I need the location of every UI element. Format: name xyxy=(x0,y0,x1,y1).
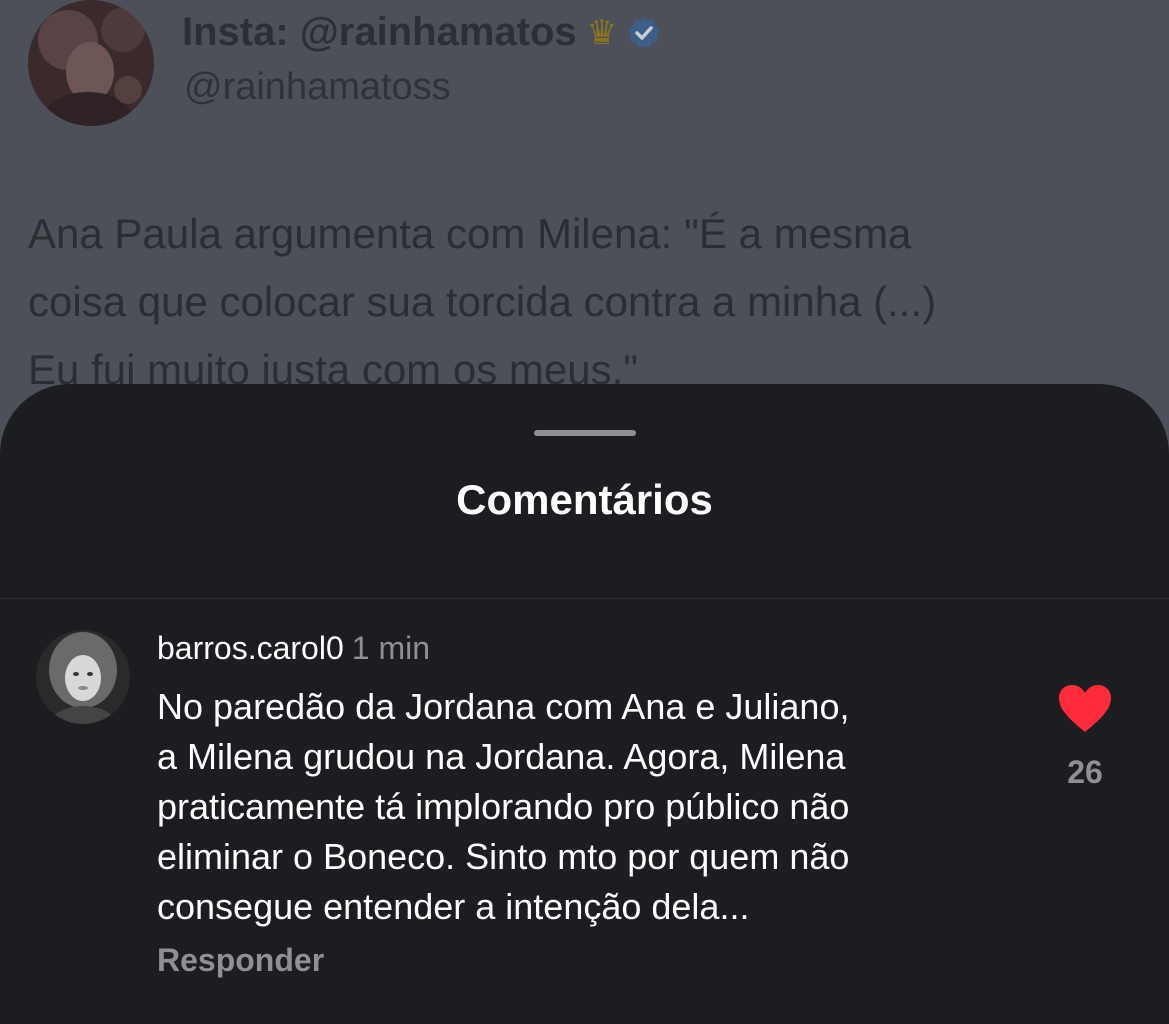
tweet-handle[interactable]: @rainhamatoss xyxy=(184,66,451,109)
comment-text-line: No paredão da Jordana com Ana e Juliano, xyxy=(157,686,850,727)
verified-badge-icon xyxy=(628,16,661,48)
tweet-text: Ana Paula argumenta com Milena: "É a mes… xyxy=(28,200,1148,404)
reply-button[interactable]: Responder xyxy=(157,942,324,979)
comment-timestamp: 1 min xyxy=(351,630,430,666)
like-count: 26 xyxy=(1067,754,1103,790)
like-button[interactable] xyxy=(1058,684,1112,734)
crown-icon: ♛ xyxy=(586,13,618,52)
comment-text-line: a Milena grudou na Jordana. Agora, Milen… xyxy=(157,736,846,777)
comment-text: No paredão da Jordana com Ana e Juliano,… xyxy=(157,682,1037,932)
commenter-avatar[interactable] xyxy=(36,630,130,724)
comment-username[interactable]: barros.carol0 xyxy=(157,630,344,666)
display-name-text: Insta: @rainhamatos xyxy=(182,10,577,54)
comment-header: barros.carol0 1 min xyxy=(157,630,430,667)
tweet-text-line: coisa que colocar sua torcida contra a m… xyxy=(28,278,937,325)
tweet-text-line: Ana Paula argumenta com Milena: "É a mes… xyxy=(28,210,912,257)
comment-text-line: eliminar o Boneco. Sinto mto por quem nã… xyxy=(157,836,850,877)
sheet-drag-handle[interactable] xyxy=(534,430,636,436)
tweet-author-avatar[interactable] xyxy=(28,0,154,126)
heart-icon xyxy=(1059,685,1111,732)
divider xyxy=(0,598,1169,599)
comment-text-line: praticamente tá implorando pro público n… xyxy=(157,786,850,827)
comments-sheet: Comentários barros.carol0 1 min No paredã… xyxy=(0,384,1169,1024)
tweet-display-name[interactable]: Insta: @rainhamatos ♛ xyxy=(182,10,661,55)
comment-text-line: consegue entender a intenção dela... xyxy=(157,886,750,927)
comment-item: barros.carol0 1 min No paredão da Jordana… xyxy=(0,624,1169,1004)
sheet-title: Comentários xyxy=(456,476,713,523)
